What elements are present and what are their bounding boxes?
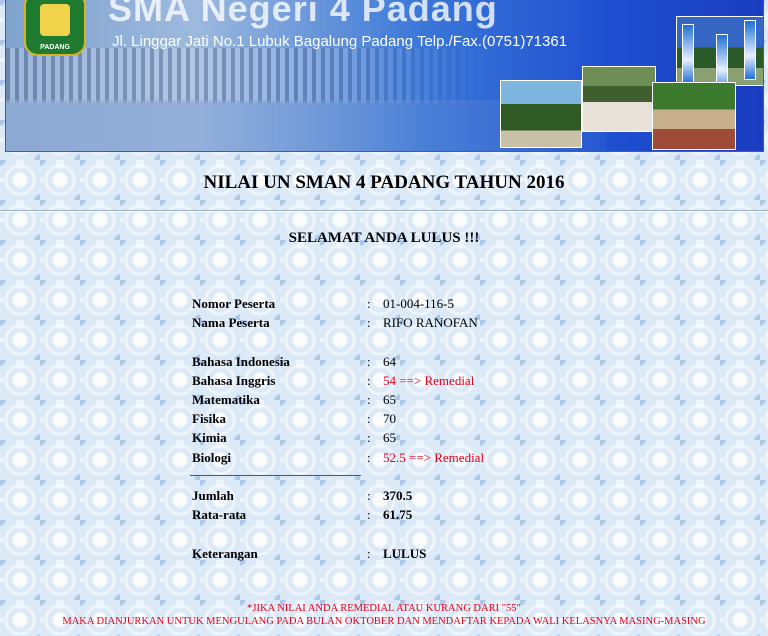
row-nomor-peserta: Nomor Peserta : 01-004-116-5 [0,296,768,312]
grade-row: Bahasa Inggris : 54 ==> Remedial [0,373,768,389]
separator: : [367,450,371,465]
school-logo: PADANG [24,0,86,56]
jumlah-label: Jumlah [192,488,234,503]
separator: : [367,373,371,388]
grade-row: Bahasa Indonesia : 64 [0,354,768,370]
footnote-line-1: *JIKA NILAI ANDA REMEDIAL ATAU KURANG DA… [247,603,521,614]
school-address: Jl. Linggar Jati No.1 Lubuk Bagalung Pad… [112,33,568,50]
header-banner: PADANG SMA Negeri 4 Padang Jl. Linggar J… [5,0,764,152]
subject-score: 65 [383,392,396,407]
subject-label: Bahasa Indonesia [192,354,290,369]
subject-score: 65 [383,430,396,445]
separator: : [367,411,371,426]
nomor-peserta-label: Nomor Peserta [192,296,276,311]
jumlah-value: 370.5 [383,488,413,503]
subject-label: Kimia [192,430,227,445]
nama-peserta-value: RIFO RANOFAN [383,315,478,330]
subject-score-remedial: 54 ==> Remedial [383,373,475,388]
rata-rata-value: 61.75 [383,507,413,522]
grade-row: Matematika : 65 [0,392,768,408]
subject-label: Bahasa Inggris [192,373,276,388]
keterangan-label: Keterangan [192,546,258,561]
grade-row: Biologi : 52.5 ==> Remedial [0,450,768,466]
nama-peserta-label: Nama Peserta [192,315,270,330]
separator: : [367,546,371,561]
logo-text: PADANG [40,44,70,51]
separator: : [367,430,371,445]
separator: : [367,392,371,407]
separator: : [367,315,371,330]
grade-row: Kimia : 65 [0,430,768,446]
separator: : [367,354,371,369]
grade-row: Fisika : 70 [0,411,768,427]
rata-rata-label: Rata-rata [192,507,247,522]
banner-standee [744,20,756,80]
row-keterangan: Keterangan : LULUS [0,546,768,562]
separator: : [367,507,371,522]
banner-photo-field [500,80,582,148]
separator: : [367,488,371,503]
congrats-message: SELAMAT ANDA LULUS !!! [288,230,480,246]
subject-score-remedial: 52.5 ==> Remedial [383,450,485,465]
keterangan-value: LULUS [383,546,427,561]
banner-standee [682,24,694,84]
title-divider [0,210,768,212]
banner-crowd-photo [6,48,486,103]
separator: : [367,296,371,311]
banner-photo-students [582,66,656,132]
subject-score: 64 [383,354,396,369]
logo-emblem-icon [40,4,70,36]
subject-label: Biologi [192,450,232,465]
row-rata-rata: Rata-rata : 61.75 [0,507,768,523]
footnote-line-2: MAKA DIANJURKAN UNTUK MENGULANG PADA BUL… [62,616,706,627]
sum-divider [190,475,361,476]
subject-label: Matematika [192,392,260,407]
nomor-peserta-value: 01-004-116-5 [383,296,455,311]
row-nama-peserta: Nama Peserta : RIFO RANOFAN [0,315,768,331]
school-name: SMA Negeri 4 Padang [108,0,498,29]
banner-photo-assembly [652,82,736,150]
subject-label: Fisika [192,411,226,426]
row-jumlah: Jumlah : 370.5 [0,488,768,504]
page-title: NILAI UN SMAN 4 PADANG TAHUN 2016 [203,172,565,193]
subject-score: 70 [383,411,396,426]
